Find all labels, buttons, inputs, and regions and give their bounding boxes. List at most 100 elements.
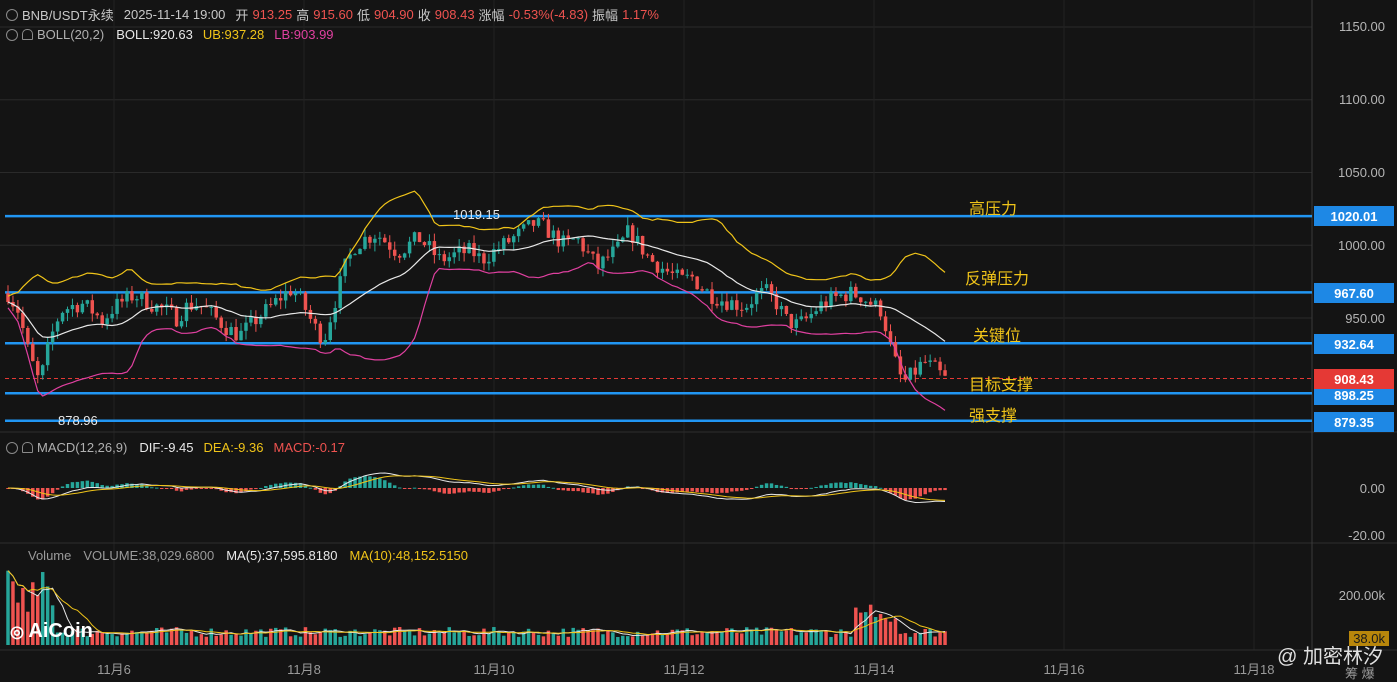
macd-bar <box>50 488 55 494</box>
toggle-icon[interactable] <box>6 441 18 454</box>
level-tag: 879.35 <box>1314 412 1394 432</box>
macd-bar <box>844 483 848 488</box>
candle-body <box>586 251 590 253</box>
macd-bar <box>685 488 689 492</box>
macd-bar <box>497 488 501 491</box>
macd-bar <box>472 488 476 492</box>
macd-bar <box>834 482 838 488</box>
candle-body <box>224 327 228 336</box>
candle-body <box>100 315 104 325</box>
macd-bar <box>249 488 253 490</box>
macd-bar <box>571 488 575 492</box>
macd-bar <box>804 488 808 489</box>
macd-bar <box>541 484 546 488</box>
level-tag: 1020.01 <box>1314 206 1394 226</box>
high-label: 高 <box>296 8 310 23</box>
macd-bar <box>784 486 789 488</box>
volume-bar <box>933 636 937 645</box>
candle-body <box>427 241 432 246</box>
macd-bar <box>740 488 744 491</box>
volume-bar <box>556 635 561 645</box>
candle-body <box>814 311 818 315</box>
macd-bar <box>928 488 932 493</box>
volume-bar <box>194 636 199 645</box>
date-label: 11月6 <box>97 662 131 677</box>
macd-bar <box>943 488 947 491</box>
bell-icon[interactable] <box>22 442 33 453</box>
candle-body <box>269 304 273 306</box>
volume-bar <box>412 635 417 645</box>
candle-body <box>601 256 605 269</box>
amp-value: 1.17% <box>622 7 659 22</box>
macd-bar <box>863 484 868 488</box>
candle-body <box>442 254 447 262</box>
candle-body <box>700 289 704 291</box>
macd-bar <box>725 488 729 493</box>
macd-bar <box>715 488 719 494</box>
volume-bar <box>209 628 214 645</box>
candle-body <box>541 218 546 220</box>
volume-bar <box>204 636 209 645</box>
volume-bar <box>779 631 784 645</box>
volume-bar <box>834 634 838 645</box>
volume-bar <box>492 627 496 645</box>
high-mark: 1019.15 <box>453 207 500 222</box>
volume-bar <box>95 630 99 645</box>
candle-body <box>546 219 551 238</box>
volume-bar <box>179 630 184 645</box>
candle-body <box>174 307 179 327</box>
candle-body <box>779 305 784 310</box>
volume-bar <box>690 635 694 645</box>
volume-ma10: MA(10):48,152.5150 <box>349 548 469 563</box>
candle-body <box>209 306 214 308</box>
volume-bar <box>497 631 501 645</box>
macd-bar <box>710 488 714 494</box>
candle-body <box>695 276 699 290</box>
toggle-icon[interactable] <box>6 28 18 41</box>
candle-body <box>179 321 184 327</box>
axis-label-macd: -20.00 <box>1348 528 1385 543</box>
volume-bar <box>655 630 660 645</box>
volume-bar <box>467 635 471 645</box>
volume-bar <box>888 621 893 645</box>
symbol: BNB/USDT永续 <box>22 8 114 23</box>
macd-bar <box>933 488 937 491</box>
volume-bar <box>740 633 744 645</box>
volume-bar <box>804 632 808 645</box>
macd-bar <box>591 488 595 494</box>
candle-body <box>705 289 709 291</box>
volume-bar <box>665 634 670 645</box>
candle-body <box>799 316 803 320</box>
axis-label-price: 1100.00 <box>1338 92 1385 107</box>
change-label: 涨幅 <box>478 8 505 23</box>
candle-body <box>735 300 739 310</box>
toggle-icon[interactable] <box>6 8 18 21</box>
candle-body <box>660 268 665 273</box>
aicoin-logo: ◎ AiCoin <box>10 620 93 643</box>
candle-body <box>308 309 313 319</box>
macd-bar <box>407 488 412 489</box>
candle-body <box>526 220 531 225</box>
candle-body <box>318 323 323 344</box>
macd-bar <box>918 488 922 497</box>
macd-bar <box>789 488 794 489</box>
candle-body <box>219 317 223 328</box>
volume-bar <box>373 629 377 645</box>
volume-label: Volume <box>28 548 72 563</box>
candle-body <box>551 230 556 238</box>
candle-body <box>730 300 734 310</box>
candle-body <box>55 321 60 332</box>
volume-bar <box>234 634 238 645</box>
candle-body <box>863 301 868 303</box>
macd-bar <box>730 488 734 492</box>
macd-bar <box>774 484 779 488</box>
candle-body <box>110 313 114 319</box>
volume-bar <box>893 618 898 645</box>
candle-body <box>834 292 838 296</box>
date-label: 11月12 <box>663 662 705 677</box>
macd-bar <box>754 486 759 488</box>
bell-icon[interactable] <box>22 29 33 40</box>
macd-bar <box>487 488 491 493</box>
candle-body <box>155 304 159 312</box>
boll-mid: BOLL:920.63 <box>116 27 193 42</box>
